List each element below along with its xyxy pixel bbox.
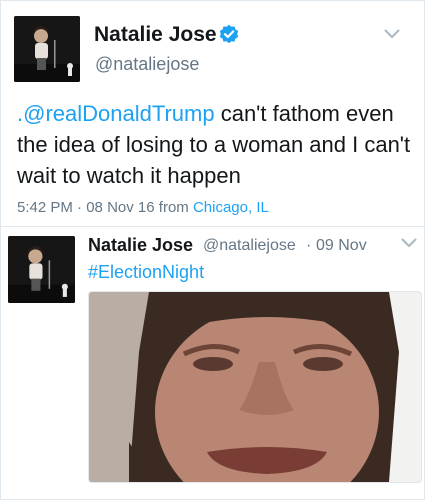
tweet-text: .@realDonaldTrump can't fathom even the … [17,98,417,191]
avatar[interactable] [14,16,80,82]
tweet-meta: 5:42 PM · 08 Nov 16 from Chicago, IL [17,199,269,216]
handle[interactable]: @nataliejose [95,54,199,75]
reply-avatar[interactable] [8,236,75,303]
chevron-down-icon[interactable] [401,238,417,248]
avatar-image [14,16,80,82]
mention-link[interactable]: .@realDonaldTrump [17,101,215,126]
location-link[interactable]: Chicago, IL [193,199,269,216]
verified-badge-icon [219,24,239,44]
from-label: from [158,199,189,216]
tweet-date[interactable]: 08 Nov 16 [86,199,154,216]
crying-face-photo [89,292,421,482]
display-name[interactable]: Natalie Jose [94,23,217,47]
reply-handle[interactable]: @nataliejose [203,237,296,255]
reply-date[interactable]: 09 Nov [316,237,367,255]
tweet-photo[interactable] [88,291,422,483]
avatar-image [8,236,75,303]
tweet-time[interactable]: 5:42 PM [17,199,73,216]
meta-separator: · [77,199,83,216]
reply-separator: · [306,237,312,254]
divider [0,226,425,227]
chevron-down-icon[interactable] [384,29,400,39]
reply-display-name[interactable]: Natalie Jose [88,235,193,256]
hashtag-link[interactable]: #ElectionNight [88,262,204,283]
